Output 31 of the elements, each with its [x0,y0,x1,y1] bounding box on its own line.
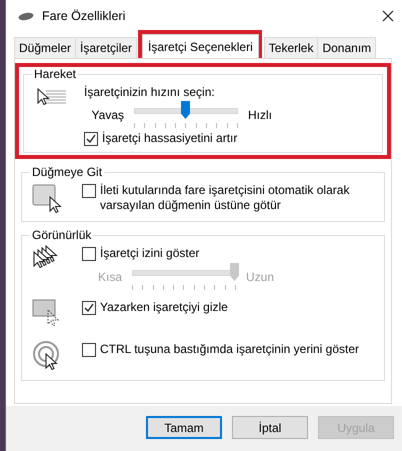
speed-prompt: İşaretçinizin hızını seçin: [84,85,216,99]
checkbox-label[interactable]: CTRL tuşuna bastığımda işaretçinin yerini göster [100,342,360,357]
checkbox[interactable] [82,301,96,315]
checkbox[interactable] [82,343,96,357]
group-title: Görünürlük [31,228,92,242]
checkbox-label[interactable]: İşaretçi hassasiyetini artır [102,131,238,146]
checkbox[interactable] [82,184,96,198]
group-title: Düğmeye Git [31,165,104,179]
dialog-button[interactable]: Tamam [146,416,222,439]
mouse-icon [18,12,34,20]
dialog-button[interactable]: İptal [232,416,308,439]
tab[interactable]: İşaretçiler [75,37,138,58]
tab[interactable]: Donanım [317,37,376,58]
checkbox[interactable] [82,247,96,261]
window-title: Fare Özellikleri [42,9,126,23]
checkbox-label[interactable]: İleti kutularında fare işaretçisini otomatik olarak varsayılan düğmenin üstüne götür [100,183,350,213]
slider-max-label: Hızlı [248,108,272,122]
slider-min-label: Kısa [96,270,122,284]
slider[interactable] [132,264,236,290]
slider-max-label: Uzun [246,270,274,284]
checkbox-label[interactable]: Yazarken işaretçiyi gizle [100,300,228,315]
tab[interactable]: Düğmeler [14,37,76,58]
tab[interactable]: İşaretçi Seçenekleri [142,34,259,58]
group-title: Hareket [33,67,78,81]
slider[interactable] [134,102,238,128]
slider-thumb[interactable] [181,101,190,119]
checkbox-label[interactable]: İşaretçi izini göster [100,246,200,261]
slider-min-label: Yavaş [90,108,124,122]
close-icon[interactable] [382,10,394,22]
tab[interactable]: Tekerlek [264,37,318,58]
checkbox[interactable] [84,132,98,146]
